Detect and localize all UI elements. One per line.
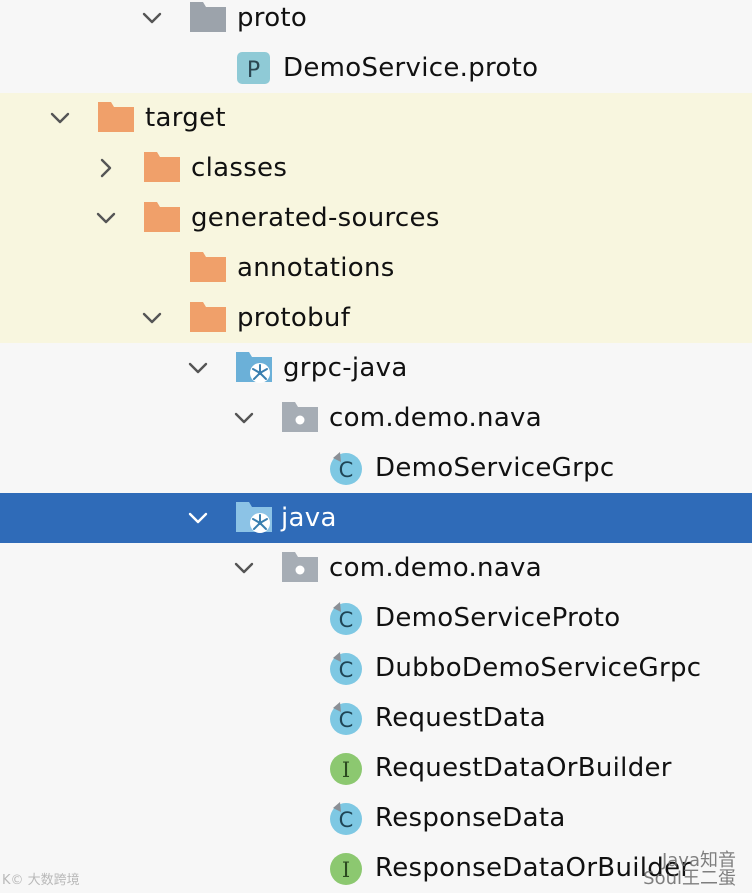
tree-label: proto [237,3,308,33]
svg-text:C: C [339,608,354,632]
tree-label: RequestDataOrBuilder [375,753,672,783]
project-tree: proto P DemoService.proto target classes [0,0,752,893]
class-icon: C [326,649,366,687]
folder-icon [143,149,183,187]
package-icon [281,399,321,437]
tree-row-class[interactable]: C RequestData [0,693,752,743]
tree-row-grpc-java[interactable]: grpc-java [0,343,752,393]
chevron-down-icon[interactable] [140,293,164,343]
tree-label: classes [191,153,288,183]
folder-icon [97,99,137,137]
tree-label: DemoService.proto [283,53,539,83]
folder-icon [143,199,183,237]
svg-text:C: C [339,708,354,732]
tree-label: DemoServiceProto [375,603,621,633]
tree-label: RequestData [375,703,546,733]
chevron-down-icon[interactable] [186,343,210,393]
source-root-folder-icon [235,499,275,537]
folder-icon [189,299,229,337]
tree-row-class[interactable]: C ResponseData [0,793,752,843]
watermark-right: Java知音 Soul王二蛋 [643,852,736,888]
tree-label: java [281,503,337,533]
tree-row-interface[interactable]: I ResponseDataOrBuilder [0,843,752,893]
tree-label: ResponseData [375,803,566,833]
tree-label: generated-sources [191,203,440,233]
tree-row-classes[interactable]: classes [0,143,752,193]
tree-row-demoservice-proto[interactable]: P DemoService.proto [0,43,752,93]
chevron-down-icon[interactable] [140,0,164,43]
tree-row-class[interactable]: C DubboDemoServiceGrpc [0,643,752,693]
source-root-folder-icon [235,349,275,387]
tree-label: annotations [237,253,395,283]
tree-row-proto[interactable]: proto [0,0,752,43]
tree-label: DubboDemoServiceGrpc [375,653,702,683]
svg-text:P: P [247,58,260,83]
chevron-down-icon[interactable] [48,93,72,143]
watermark-line: Soul王二蛋 [643,868,736,889]
interface-icon: I [326,849,366,887]
folder-icon [189,249,229,287]
tree-row-package[interactable]: com.demo.nava [0,393,752,443]
class-icon: C [326,599,366,637]
tree-row-class[interactable]: C DemoServiceProto [0,593,752,643]
watermark-left: K© 大数跨境 [2,873,80,888]
interface-icon: I [326,749,366,787]
folder-icon [189,0,229,37]
tree-row-java[interactable]: java [0,493,752,543]
tree-row-package[interactable]: com.demo.nava [0,543,752,593]
tree-label: protobuf [237,303,351,333]
tree-row-interface[interactable]: I RequestDataOrBuilder [0,743,752,793]
svg-text:C: C [339,458,354,482]
chevron-down-icon[interactable] [94,193,118,243]
svg-text:C: C [339,658,354,682]
tree-label: com.demo.nava [329,553,542,583]
svg-text:I: I [342,858,350,882]
tree-row-generated-sources[interactable]: generated-sources [0,193,752,243]
class-icon: C [326,799,366,837]
chevron-down-icon[interactable] [186,493,210,543]
tree-label: grpc-java [283,353,408,383]
tree-row-protobuf[interactable]: protobuf [0,293,752,343]
tree-row-class[interactable]: C DemoServiceGrpc [0,443,752,493]
proto-file-icon: P [236,49,276,87]
tree-label: target [145,103,226,133]
chevron-down-icon[interactable] [232,543,256,593]
package-icon [281,549,321,587]
tree-row-annotations[interactable]: annotations [0,243,752,293]
tree-row-target[interactable]: target [0,93,752,143]
chevron-down-icon[interactable] [232,393,256,443]
class-icon: C [326,449,366,487]
svg-text:C: C [339,808,354,832]
class-icon: C [326,699,366,737]
tree-label: DemoServiceGrpc [375,453,615,483]
chevron-right-icon[interactable] [94,143,118,193]
svg-text:I: I [342,758,350,782]
tree-label: com.demo.nava [329,403,542,433]
